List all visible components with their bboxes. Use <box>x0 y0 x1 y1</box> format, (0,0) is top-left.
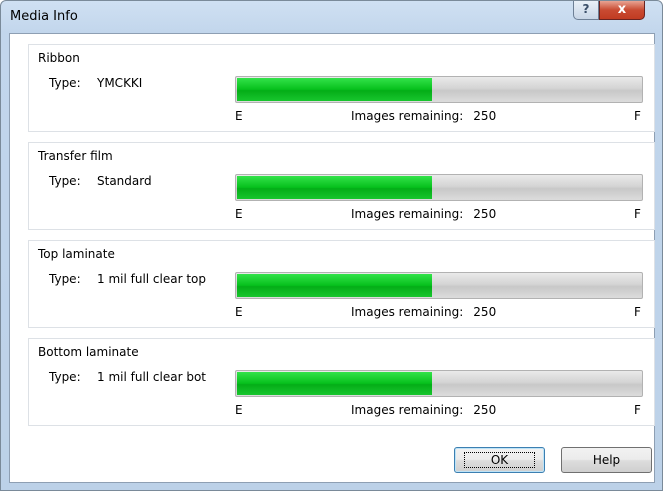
images-remaining-value: 250 <box>473 207 497 221</box>
images-remaining-value: 250 <box>473 109 497 123</box>
dialog-client-area: Ribbon Type: YMCKKI E Images remaining: 25… <box>9 33 655 483</box>
level-bar <box>235 370 643 397</box>
level-bar <box>235 174 643 201</box>
type-value: 1 mil full clear top <box>97 272 207 286</box>
images-remaining-label: Images remaining: <box>351 109 464 123</box>
type-row: Type: 1 mil full clear bot <box>49 370 206 384</box>
full-label: F <box>634 403 641 417</box>
type-label: Type: <box>49 174 81 188</box>
images-remaining: Images remaining: 250 <box>351 207 496 221</box>
level-bar <box>235 76 643 103</box>
type-value: YMCKKI <box>97 76 143 90</box>
images-remaining: Images remaining: 250 <box>351 109 496 123</box>
group-title: Transfer film <box>38 149 113 163</box>
images-remaining: Images remaining: 250 <box>351 305 496 319</box>
type-row: Type: YMCKKI <box>49 76 142 90</box>
level-bar-fill <box>237 274 432 297</box>
level-bar-fill <box>237 78 432 101</box>
media-info-dialog: Media Info ? x Ribbon Type: YMCKKI E Imag… <box>0 0 663 491</box>
group-title: Bottom laminate <box>38 345 139 359</box>
type-label: Type: <box>49 76 81 90</box>
close-icon[interactable]: x <box>599 1 645 20</box>
images-remaining-label: Images remaining: <box>351 305 464 319</box>
level-bar-fill <box>237 372 432 395</box>
images-remaining: Images remaining: 250 <box>351 403 496 417</box>
empty-label: E <box>235 109 243 123</box>
help-button[interactable]: Help <box>561 447 652 473</box>
type-label: Type: <box>49 272 81 286</box>
title-bar[interactable]: Media Info ? x <box>1 1 662 33</box>
type-row: Type: 1 mil full clear top <box>49 272 206 286</box>
level-bar <box>235 272 643 299</box>
bottom-laminate-group: Bottom laminate Type: 1 mil full clear bo… <box>28 338 655 426</box>
ok-button-label: OK <box>463 452 536 468</box>
images-remaining-label: Images remaining: <box>351 207 464 221</box>
images-remaining-value: 250 <box>473 305 497 319</box>
type-row: Type: Standard <box>49 174 152 188</box>
empty-label: E <box>235 207 243 221</box>
level-bar-fill <box>237 176 432 199</box>
ok-button[interactable]: OK <box>454 447 545 473</box>
top-laminate-group: Top laminate Type: 1 mil full clear top E… <box>28 240 655 328</box>
empty-label: E <box>235 403 243 417</box>
type-value: Standard <box>97 174 152 188</box>
full-label: F <box>634 207 641 221</box>
full-label: F <box>634 305 641 319</box>
full-label: F <box>634 109 641 123</box>
help-icon[interactable]: ? <box>573 1 599 20</box>
type-label: Type: <box>49 370 81 384</box>
group-title: Top laminate <box>38 247 115 261</box>
images-remaining-value: 250 <box>473 403 497 417</box>
images-remaining-label: Images remaining: <box>351 403 464 417</box>
empty-label: E <box>235 305 243 319</box>
type-value: 1 mil full clear bot <box>97 370 207 384</box>
ribbon-group: Ribbon Type: YMCKKI E Images remaining: 25… <box>28 44 655 132</box>
transfer-film-group: Transfer film Type: Standard E Images rem… <box>28 142 655 230</box>
group-title: Ribbon <box>38 51 80 65</box>
dialog-title: Media Info <box>10 9 78 24</box>
